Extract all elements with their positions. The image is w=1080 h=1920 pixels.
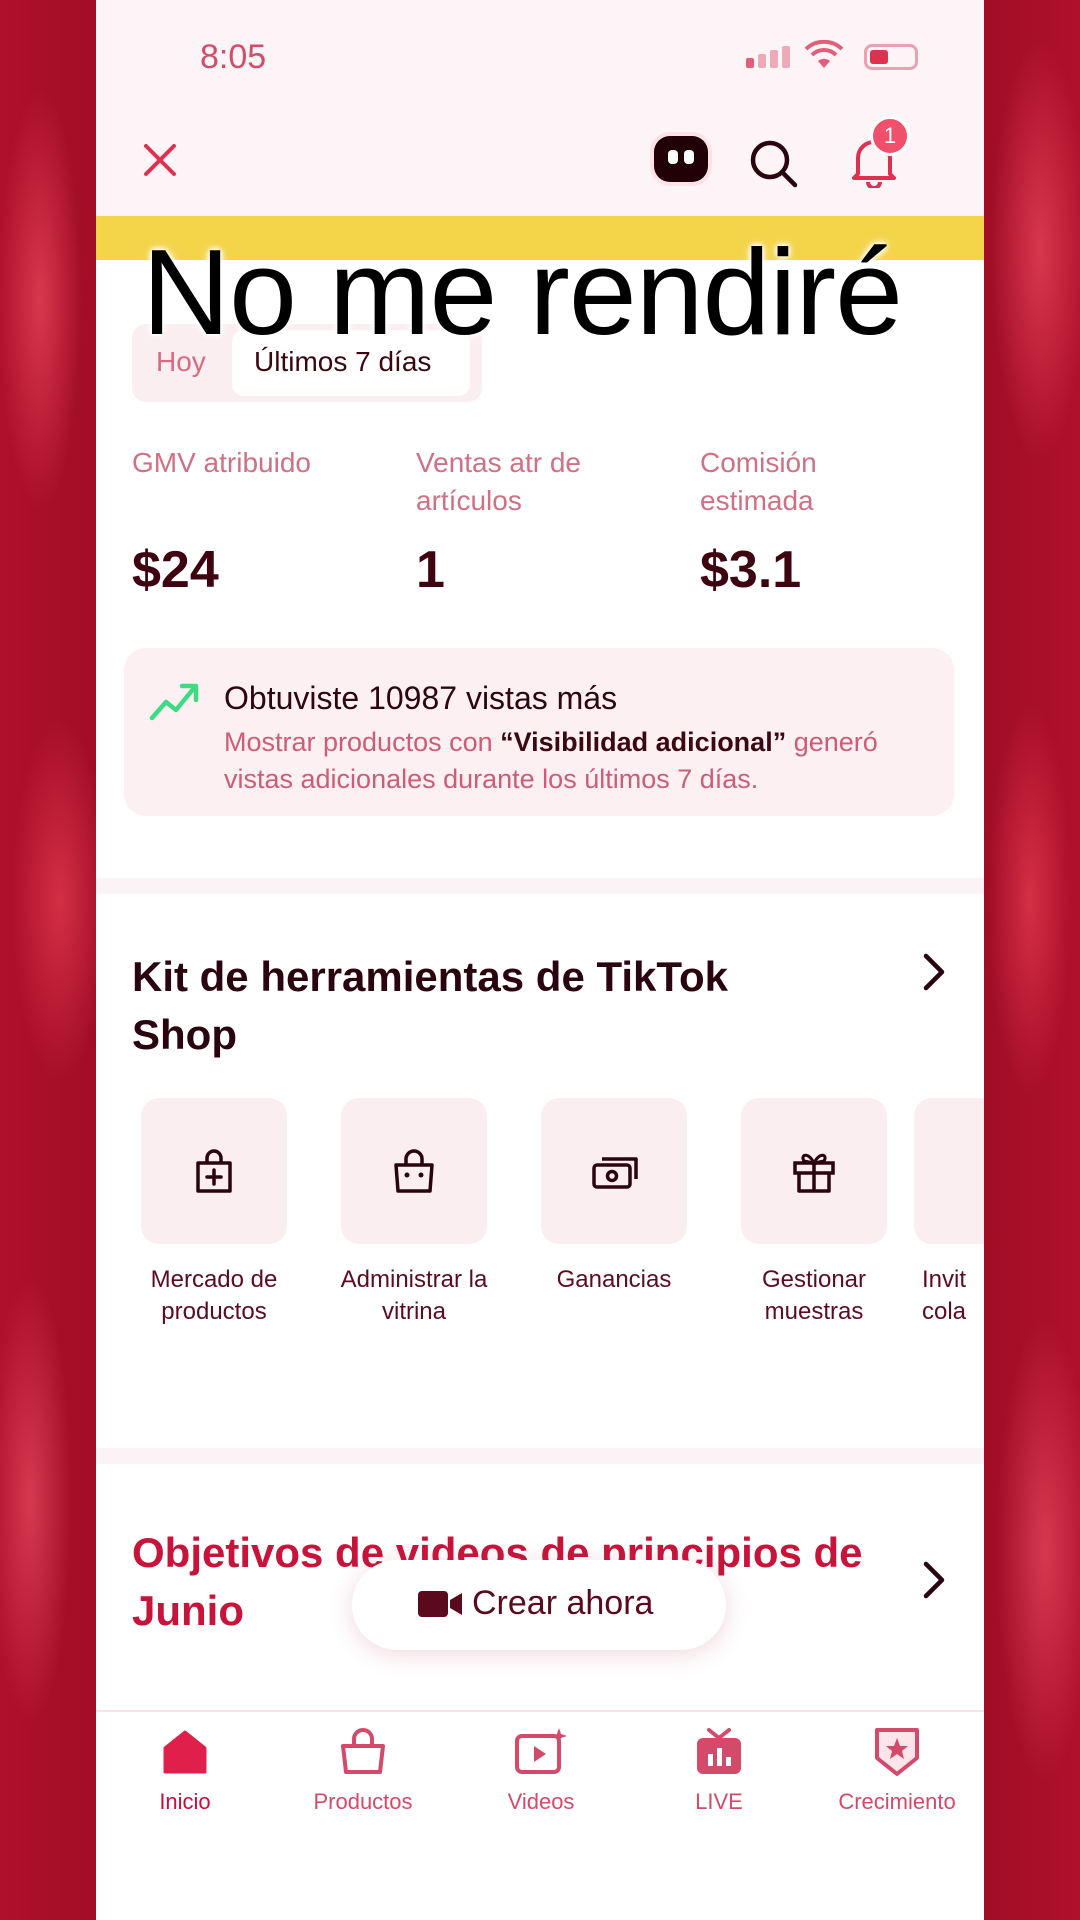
tool-label: Gestionar muestras	[761, 1266, 867, 1325]
tool-label: Ganancias	[556, 1266, 672, 1293]
search-icon[interactable]	[748, 138, 800, 190]
insight-desc-prefix: Mostrar productos con	[224, 727, 501, 757]
status-time: 8:05	[200, 38, 267, 76]
metric-value: $3.1	[700, 541, 802, 599]
badge-star-icon	[875, 1728, 919, 1776]
close-icon[interactable]	[140, 140, 180, 180]
live-tv-icon	[697, 1728, 741, 1774]
views-insight-card[interactable]: Obtuviste 10987 vistas más Mostrar produ…	[124, 648, 954, 816]
tool-icon-box	[141, 1098, 287, 1244]
tool-earnings[interactable]: Ganancias	[514, 1098, 714, 1296]
nav-growth[interactable]: Crecimiento	[808, 1726, 984, 1815]
video-caption-overlay: No me rendiré	[142, 224, 903, 360]
tool-label: Mercado de productos	[150, 1266, 278, 1325]
insight-desc-highlight: “Visibilidad adicional”	[500, 727, 787, 757]
tool-manage-samples[interactable]: Gestionar muestras	[714, 1098, 914, 1328]
nav-label: Videos	[507, 1789, 575, 1814]
notification-badge: 1	[870, 116, 910, 156]
chevron-right-icon[interactable]	[920, 952, 948, 992]
nav-label: LIVE	[695, 1789, 743, 1814]
tool-product-marketplace[interactable]: Mercado de productos	[114, 1098, 314, 1328]
insight-description: Mostrar productos con “Visibilidad adici…	[224, 724, 944, 798]
create-now-button[interactable]: Crear ahora	[352, 1560, 726, 1650]
tool-label: Administrar la vitrina	[340, 1266, 488, 1325]
bottom-nav: Inicio Productos Videos LIVE Crecimiento	[96, 1710, 984, 1920]
metric-items-sold: Ventas atr de artículos 1	[416, 444, 656, 599]
metric-label-line2: artículos	[416, 485, 522, 516]
app-screen: 8:05 1 Hoy Últimos 7 días No me rendiré …	[96, 0, 984, 1920]
nav-live[interactable]: LIVE	[630, 1726, 808, 1815]
nav-videos[interactable]: Videos	[452, 1726, 630, 1815]
insight-title: Obtuviste 10987 vistas más	[224, 680, 618, 716]
toolkit-title[interactable]: Kit de herramientas de TikTok Shop	[132, 948, 812, 1064]
tool-icon-box	[341, 1098, 487, 1244]
nav-home[interactable]: Inicio	[96, 1726, 274, 1815]
wifi-icon	[804, 40, 844, 68]
cellular-signal-icon	[746, 46, 794, 68]
trending-up-icon	[149, 683, 199, 721]
tool-icon-box	[541, 1098, 687, 1244]
battery-icon	[864, 44, 918, 70]
tool-label: Invit cola	[922, 1266, 967, 1325]
metric-commission: Comisión estimada $3.1	[700, 444, 940, 599]
metric-gmv: GMV atribuido $24	[132, 444, 372, 599]
bag-plus-icon	[196, 1149, 232, 1193]
money-icon	[592, 1157, 638, 1189]
create-now-label: Crear ahora	[472, 1584, 654, 1622]
shopping-bag-icon	[394, 1149, 434, 1193]
metric-label-line2: estimada	[700, 485, 814, 516]
metric-label: GMV atribuido	[132, 447, 311, 478]
gift-icon	[793, 1153, 835, 1193]
section-divider	[96, 878, 984, 894]
status-bar: 8:05	[96, 0, 984, 110]
tool-icon-box	[741, 1098, 887, 1244]
metric-label: Ventas atr de	[416, 447, 582, 478]
shopping-bag-icon	[341, 1728, 385, 1774]
tool-icon-box	[914, 1098, 984, 1244]
top-bar: 1	[96, 110, 984, 216]
tool-manage-showcase[interactable]: Administrar la vitrina	[314, 1098, 514, 1328]
metric-value: $24	[132, 541, 219, 599]
video-play-icon	[515, 1728, 567, 1774]
home-icon	[163, 1730, 207, 1774]
section-divider	[96, 1448, 984, 1464]
video-camera-icon	[418, 1591, 462, 1617]
nav-label: Inicio	[159, 1789, 211, 1814]
nav-label: Crecimiento	[838, 1789, 956, 1814]
metric-value: 1	[416, 541, 445, 599]
metric-label: Comisión	[700, 447, 817, 478]
nav-products[interactable]: Productos	[274, 1726, 452, 1815]
nav-label: Productos	[313, 1789, 413, 1814]
assistant-robot-icon[interactable]	[654, 136, 708, 182]
tool-invite-collaborators[interactable]: Invit cola	[914, 1098, 984, 1328]
chevron-right-icon[interactable]	[920, 1560, 948, 1600]
